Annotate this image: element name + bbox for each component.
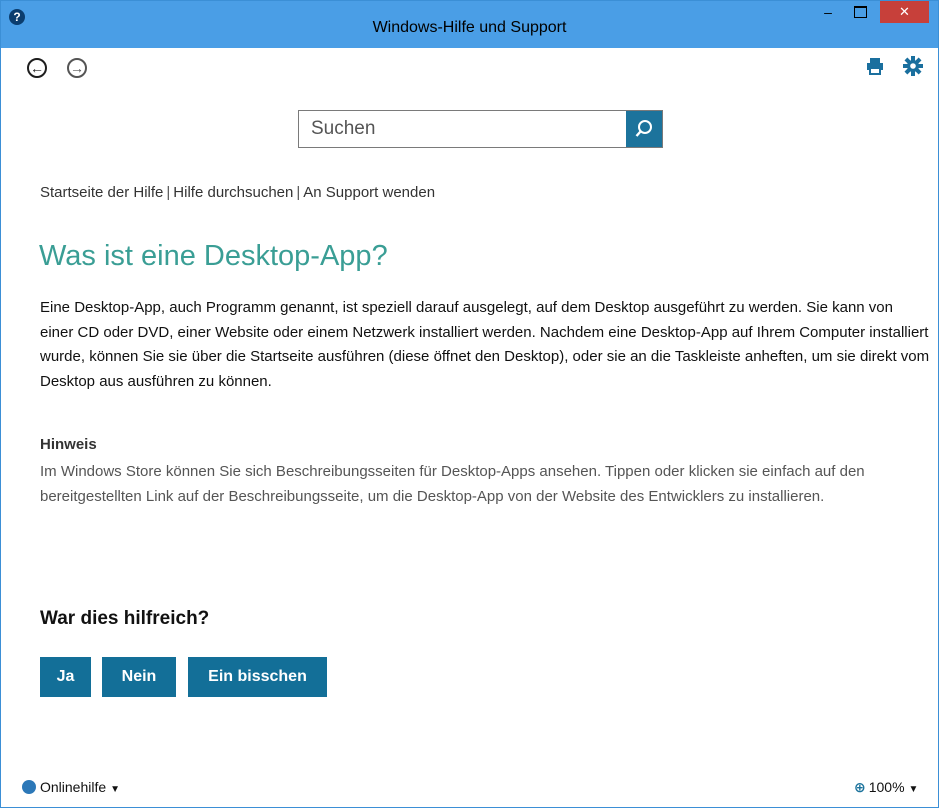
window-title: Windows-Hilfe und Support — [372, 19, 567, 36]
search-button[interactable] — [626, 111, 662, 147]
help-window: ? Windows-Hilfe und Support – ✕ ← → Such… — [0, 0, 939, 808]
article-body: Eine Desktop-App, auch Programm genannt,… — [40, 299, 930, 390]
close-button[interactable]: ✕ — [880, 1, 929, 23]
maximize-button[interactable] — [847, 1, 873, 23]
feedback-somewhat-button[interactable]: Ein bisschen — [188, 657, 327, 697]
search-input[interactable] — [299, 111, 626, 147]
printer-icon — [867, 58, 883, 75]
zoom-level: 100% — [868, 779, 905, 795]
gear-icon[interactable] — [902, 56, 924, 78]
title-bar[interactable]: ? Windows-Hilfe und Support – ✕ — [1, 1, 938, 48]
page-title: Was ist eine Desktop-App? — [39, 240, 388, 272]
note-text: Im Windows Store können Sie sich Beschre… — [40, 463, 865, 505]
feedback-no-button[interactable]: Nein — [102, 657, 176, 697]
content-area: ← → Suchen Startseite der Hilfe | Hilfe … — [9, 48, 938, 807]
chevron-down-icon: ▼ — [110, 784, 121, 795]
breadcrumb-separator: | — [166, 184, 171, 201]
breadcrumb-home-link[interactable]: Startseite der Hilfe — [40, 184, 163, 201]
maximize-icon — [853, 6, 867, 19]
globe-icon — [22, 780, 36, 794]
online-help-label: Onlinehilfe — [40, 779, 107, 795]
search-icon — [635, 120, 652, 137]
online-help-menu[interactable]: Onlinehilfe ▼ — [22, 779, 120, 795]
breadcrumb: Startseite der Hilfe | Hilfe durchsuchen | A… — [40, 184, 435, 201]
feedback-question: War dies hilfreich? — [40, 608, 210, 629]
chevron-down-icon: ▼ — [908, 784, 919, 795]
feedback-yes-button[interactable]: Ja — [40, 657, 91, 697]
print-icon[interactable] — [864, 56, 886, 78]
zoom-icon: ⊕ — [854, 779, 866, 795]
minimize-button[interactable]: – — [815, 1, 841, 23]
breadcrumb-search-link[interactable]: Hilfe durchsuchen — [173, 184, 293, 201]
breadcrumb-support-link[interactable]: An Support wenden — [303, 184, 435, 201]
note-heading: Hinweis — [40, 436, 97, 453]
settings-gear-icon — [903, 56, 923, 76]
back-button[interactable]: ← — [27, 58, 47, 78]
search-box — [298, 110, 663, 148]
breadcrumb-separator: | — [296, 184, 301, 201]
zoom-control[interactable]: ⊕ 100% ▼ — [854, 779, 918, 796]
forward-button[interactable]: → — [67, 58, 87, 78]
